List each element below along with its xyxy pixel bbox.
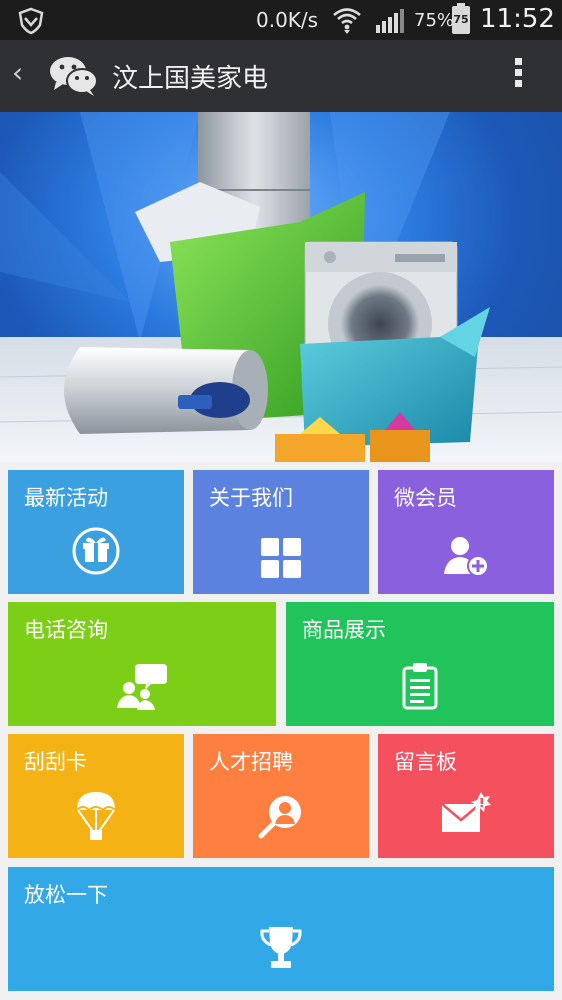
tile-micro-member[interactable]: 微会员 <box>378 470 554 594</box>
menu-grid: 最新活动 关于我们 微会员 电话咨询 商品展示 刮刮卡 人才招聘 留言板 放松一… <box>0 462 562 1000</box>
tile-about-us[interactable]: 关于我们 <box>193 470 369 594</box>
clipboard-icon <box>402 663 438 710</box>
banner-carousel[interactable] <box>0 112 562 462</box>
chat-people-icon <box>117 664 167 710</box>
tile-label: 留言板 <box>394 750 457 774</box>
banner-image <box>0 112 562 462</box>
battery-percent: 75% <box>414 10 455 31</box>
wifi-icon <box>333 8 361 34</box>
more-menu-icon[interactable] <box>508 58 528 94</box>
grid-icon <box>261 538 301 578</box>
parachute-icon <box>76 792 116 840</box>
nav-bar: ‹ 汶上国美家电 <box>0 40 562 112</box>
add-user-icon <box>444 537 489 577</box>
battery-icon: 75 <box>452 3 470 34</box>
back-chevron-icon[interactable]: ‹ <box>12 56 23 89</box>
wechat-icon <box>50 57 98 96</box>
tile-phone-consult[interactable]: 电话咨询 <box>8 602 276 726</box>
tile-label: 电话咨询 <box>24 618 108 642</box>
tile-label: 刮刮卡 <box>24 750 87 774</box>
network-speed: 0.0K/s <box>256 8 319 32</box>
shield-icon <box>18 7 44 35</box>
trophy-icon <box>260 927 302 968</box>
tile-label: 微会员 <box>394 486 457 510</box>
tile-label: 最新活动 <box>24 486 108 510</box>
tile-scratch-card[interactable]: 刮刮卡 <box>8 734 184 858</box>
tile-relax[interactable]: 放松一下 <box>8 867 554 991</box>
tile-latest-activities[interactable]: 最新活动 <box>8 470 184 594</box>
gift-icon <box>72 527 120 575</box>
tile-label: 放松一下 <box>24 883 108 907</box>
tile-label: 商品展示 <box>302 618 386 642</box>
tile-product-display[interactable]: 商品展示 <box>286 602 554 726</box>
tile-message-board[interactable]: 留言板 <box>378 734 554 858</box>
tile-label: 关于我们 <box>209 486 293 510</box>
mail-alert-icon <box>441 792 491 832</box>
page-title: 汶上国美家电 <box>112 64 269 94</box>
tile-recruitment[interactable]: 人才招聘 <box>193 734 369 858</box>
signal-icon <box>376 9 404 33</box>
search-person-icon <box>258 796 301 839</box>
status-bar: 0.0K/s 75% 75 11:52 <box>0 0 562 40</box>
clock: 11:52 <box>480 4 555 34</box>
tile-label: 人才招聘 <box>209 750 293 774</box>
